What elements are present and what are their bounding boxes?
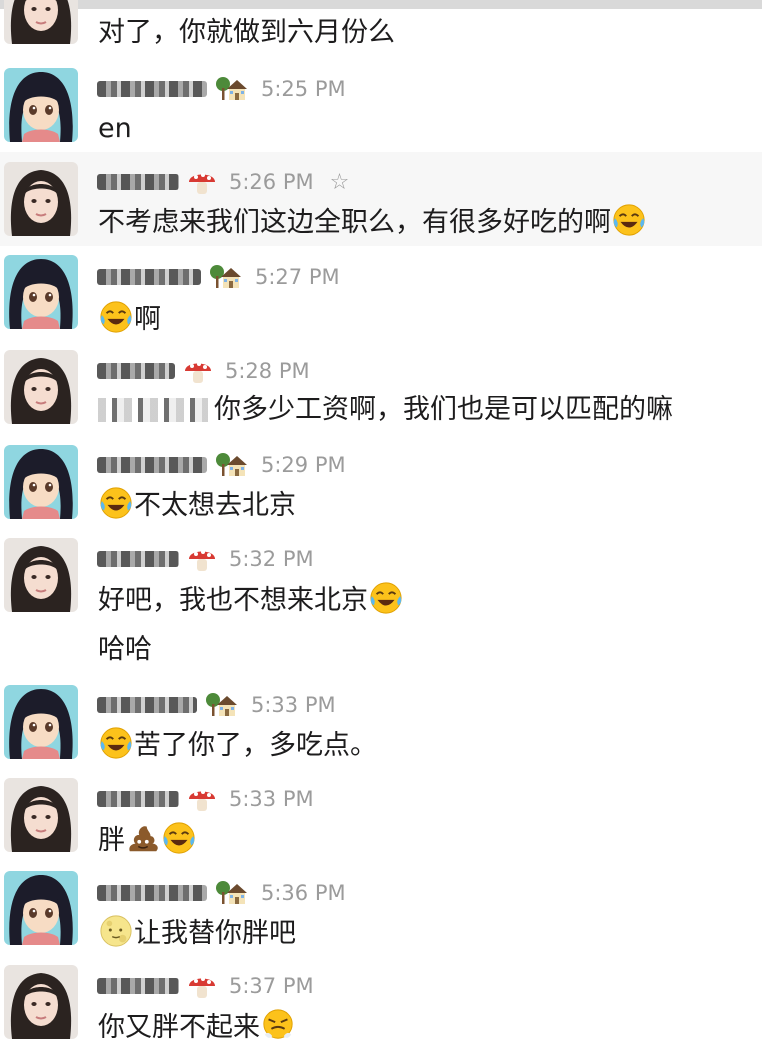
message-text: en [98, 113, 132, 144]
message-header: 5:25 PM [97, 74, 346, 104]
face-with-tears-of-joy-icon [369, 581, 403, 615]
message: 5:32 PM 好吧，我也不想来北京 哈哈 [0, 535, 762, 675]
chat-message-list[interactable]: 对了，你就做到六月份么 5:25 PM en 5:26 PM ☆ 不考虑来我们这… [0, 0, 762, 1048]
sender-name-redacted[interactable] [97, 885, 207, 901]
message: 5:25 PM en [0, 65, 762, 147]
message: 5:36 PM 让我替你胖吧 [0, 868, 762, 960]
avatar[interactable] [4, 445, 78, 519]
message-header: 5:32 PM [97, 544, 314, 574]
message-text-row: 好吧，我也不想来北京 [98, 581, 404, 618]
avatar[interactable] [4, 965, 78, 1039]
face-with-steam-from-nose-icon [261, 1008, 295, 1042]
full-moon-face-icon [99, 914, 133, 948]
message-text: 你又胖不起来 [98, 1012, 260, 1043]
message-header: 5:37 PM [97, 971, 314, 1001]
avatar[interactable] [4, 871, 78, 945]
message: 5:33 PM 胖 [0, 775, 762, 867]
sender-name-redacted[interactable] [97, 81, 207, 97]
house-with-garden-icon [215, 76, 249, 102]
message-header: 5:33 PM [97, 690, 336, 720]
avatar[interactable] [4, 0, 78, 44]
message: 5:26 PM ☆ 不考虑来我们这边全职么，有很多好吃的啊 [0, 152, 762, 246]
sender-name-redacted[interactable] [97, 791, 179, 807]
face-with-tears-of-joy-icon [612, 203, 646, 237]
message-text-row: 不考虑来我们这边全职么，有很多好吃的啊 [98, 203, 647, 240]
sender-name-redacted[interactable] [97, 174, 179, 190]
sender-name-redacted[interactable] [97, 269, 201, 285]
message-text: 好吧，我也不想来北京 [98, 585, 368, 616]
message-text: 你多少工资啊，我们也是可以匹配的嘛 [214, 394, 673, 425]
message: 5:37 PM 你又胖不起来 [0, 962, 762, 1048]
message-header: 5:28 PM [97, 356, 310, 386]
avatar[interactable] [4, 538, 78, 612]
house-with-garden-icon [205, 692, 239, 718]
timestamp[interactable]: 5:27 PM [255, 265, 340, 289]
message-header: 5:36 PM [97, 878, 346, 908]
mushroom-icon [187, 785, 217, 813]
message-text: 不太想去北京 [134, 490, 296, 521]
message-header: 5:27 PM [97, 262, 340, 292]
avatar[interactable] [4, 162, 78, 236]
avatar[interactable] [4, 685, 78, 759]
timestamp[interactable]: 5:33 PM [229, 787, 314, 811]
star-icon[interactable]: ☆ [330, 170, 350, 195]
message-text: 哈哈 [98, 634, 152, 665]
avatar[interactable] [4, 255, 78, 329]
message-header: 5:33 PM [97, 784, 314, 814]
message-text-row: 你又胖不起来 [98, 1008, 296, 1045]
mushroom-icon [187, 972, 217, 1000]
mushroom-icon [187, 545, 217, 573]
message: 5:29 PM 不太想去北京 [0, 440, 762, 530]
message-header: 5:26 PM ☆ [97, 167, 349, 197]
timestamp[interactable]: 5:26 PM [229, 170, 314, 194]
message-text-row: 不太想去北京 [98, 486, 296, 523]
message-text: 啊 [134, 304, 161, 335]
sender-name-redacted[interactable] [97, 978, 179, 994]
message-text-row: 让我替你胖吧 [98, 914, 296, 951]
timestamp[interactable]: 5:28 PM [225, 359, 310, 383]
house-with-garden-icon [209, 264, 243, 290]
sender-name-redacted[interactable] [97, 697, 197, 713]
message: 5:33 PM 苦了你了，多吃点。 [0, 680, 762, 772]
redacted-text [98, 398, 208, 422]
face-with-tears-of-joy-icon [99, 486, 133, 520]
message-text-row: 胖 [98, 821, 197, 858]
avatar[interactable] [4, 778, 78, 852]
message-header: 5:29 PM [97, 450, 346, 480]
timestamp[interactable]: 5:29 PM [261, 453, 346, 477]
timestamp[interactable]: 5:36 PM [261, 881, 346, 905]
message-text: 让我替你胖吧 [134, 918, 296, 949]
message-text: 胖 [98, 825, 125, 856]
message-text-row: 苦了你了，多吃点。 [98, 726, 377, 763]
avatar[interactable] [4, 68, 78, 142]
mushroom-icon [183, 357, 213, 385]
message: 5:28 PM 你多少工资啊，我们也是可以匹配的嘛 [0, 345, 762, 435]
face-with-tears-of-joy-icon [99, 300, 133, 334]
house-with-garden-icon [215, 452, 249, 478]
timestamp[interactable]: 5:32 PM [229, 547, 314, 571]
sender-name-redacted[interactable] [97, 551, 179, 567]
avatar[interactable] [4, 350, 78, 424]
message-text-row: 你多少工资啊，我们也是可以匹配的嘛 [98, 393, 673, 427]
timestamp[interactable]: 5:33 PM [251, 693, 336, 717]
message: 5:27 PM 啊 [0, 250, 762, 340]
message-text: 对了，你就做到六月份么 [98, 17, 395, 48]
face-with-tears-of-joy-icon [162, 821, 196, 855]
sender-name-redacted[interactable] [97, 363, 175, 379]
timestamp[interactable]: 5:25 PM [261, 77, 346, 101]
message-text: 不考虑来我们这边全职么，有很多好吃的啊 [98, 207, 611, 238]
mushroom-icon [187, 168, 217, 196]
message: 对了，你就做到六月份么 [0, 0, 762, 50]
message-text-row: 啊 [98, 300, 161, 337]
sender-name-redacted[interactable] [97, 457, 207, 473]
pile-of-poo-icon [126, 821, 160, 855]
timestamp[interactable]: 5:37 PM [229, 974, 314, 998]
face-with-tears-of-joy-icon [99, 726, 133, 760]
message-text: 苦了你了，多吃点。 [134, 730, 377, 761]
house-with-garden-icon [215, 880, 249, 906]
